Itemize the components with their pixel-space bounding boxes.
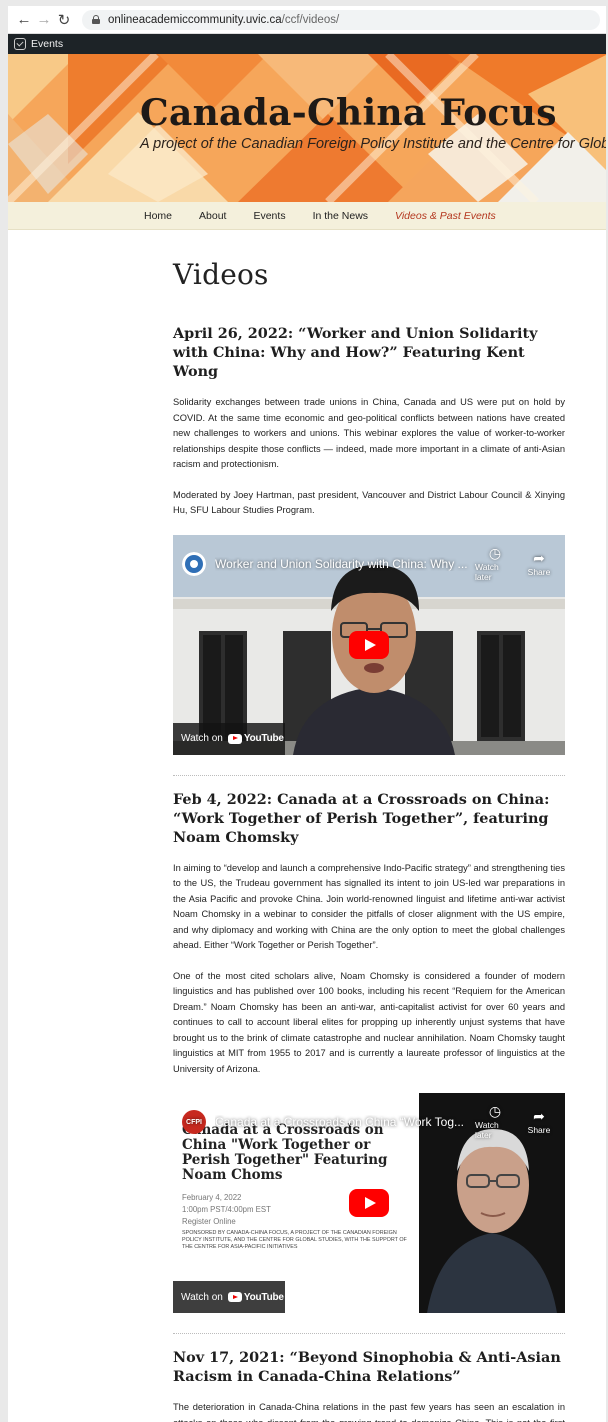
youtube-icon: YouTube (227, 733, 284, 744)
share-button[interactable]: ➦ Share (519, 1109, 559, 1135)
site-description: A project of the Canadian Foreign Policy… (140, 136, 606, 152)
nav-item-events[interactable]: Events (253, 210, 285, 222)
youtube-wordmark: YouTube (243, 1291, 284, 1303)
lock-icon (92, 15, 100, 24)
browser-toolbar: ← → ↻ onlineacademiccommunity.uvic.ca/cc… (8, 6, 606, 34)
watch-on-youtube-button[interactable]: Watch on YouTube (173, 1281, 285, 1313)
channel-avatar[interactable]: CFPI (182, 1110, 206, 1134)
nav-item-home[interactable]: Home (144, 210, 172, 222)
entry-title[interactable]: April 26, 2022: “Worker and Union Solida… (173, 324, 565, 381)
watch-later-button[interactable]: ◷ Watch later (475, 1104, 515, 1140)
page-title: Videos (173, 258, 269, 291)
entry-title[interactable]: Nov 17, 2021: “Beyond Sinophobia & Anti-… (173, 1348, 565, 1386)
share-button[interactable]: ➦ Share (519, 551, 559, 577)
main-content: Videos April 26, 2022: “Worker and Union… (173, 226, 565, 1422)
watch-on-label: Watch on (181, 1291, 223, 1303)
share-label: Share (527, 566, 551, 577)
entry-paragraph: One of the most cited scholars alive, No… (173, 970, 565, 1074)
clock-icon: ◷ (488, 544, 502, 561)
address-bar[interactable]: onlineacademiccommunity.uvic.ca/ccf/vide… (82, 9, 600, 30)
entry-paragraph: Moderated by Joey Hartman, past presiden… (173, 489, 565, 516)
video-title[interactable]: Canada at a Crossroads on China “Work To… (215, 1115, 471, 1129)
nav-item-about[interactable]: About (199, 210, 226, 222)
youtube-icon: YouTube (227, 1291, 284, 1303)
entry-title[interactable]: Feb 4, 2022: Canada at a Crossroads on C… (173, 790, 565, 847)
nav-item-in-the-news[interactable]: In the News (313, 210, 368, 222)
entry-paragraph: The deterioration in Canada-China relati… (173, 1402, 565, 1422)
admin-bar: Events (8, 34, 606, 54)
clock-icon: ◷ (488, 1103, 502, 1119)
back-arrow-icon[interactable]: ← (14, 10, 34, 30)
share-icon: ➦ (533, 1108, 545, 1124)
youtube-embed[interactable]: Worker and Union Solidarity with China: … (173, 534, 565, 755)
nav-item-videos-past-events[interactable]: Videos & Past Events (395, 210, 496, 222)
channel-avatar[interactable] (182, 551, 206, 576)
video-title[interactable]: Worker and Union Solidarity with China: … (215, 557, 471, 571)
url-path: /ccf/videos/ (281, 13, 340, 26)
share-icon: ➦ (533, 549, 545, 566)
watch-later-label: Watch later (475, 1120, 499, 1140)
video-title-bar: Worker and Union Solidarity with China: … (182, 546, 559, 582)
entry-paragraph: Solidarity exchanges between trade union… (173, 397, 565, 469)
watch-on-label: Watch on (181, 733, 223, 744)
entry-divider (173, 774, 565, 776)
youtube-wordmark: YouTube (243, 733, 284, 744)
wordpress-icon[interactable] (14, 38, 26, 50)
entry-divider (173, 1333, 565, 1334)
url-domain: onlineacademiccommunity.uvic.ca (108, 13, 282, 26)
youtube-embed[interactable]: Canada at a Crossroads on China "Work To… (173, 1093, 565, 1313)
site-header-banner: Canada-China Focus A project of the Cana… (8, 54, 606, 202)
play-icon[interactable] (349, 630, 389, 659)
entry-paragraph: In aiming to “develop and launch a compr… (173, 862, 565, 951)
watch-on-youtube-button[interactable]: Watch on YouTube (173, 722, 285, 755)
watch-later-label: Watch later (475, 561, 499, 582)
forward-arrow-icon[interactable]: → (34, 10, 54, 30)
play-icon[interactable] (349, 1189, 389, 1217)
site-title[interactable]: Canada-China Focus (140, 92, 557, 134)
poster-register: Register Online (182, 1217, 236, 1226)
admin-bar-events-link[interactable]: Events (31, 38, 63, 50)
reload-icon[interactable]: ↻ (54, 10, 74, 30)
video-title-bar: CFPI Canada at a Crossroads on China “Wo… (182, 1104, 559, 1140)
watch-later-button[interactable]: ◷ Watch later (475, 546, 515, 582)
poster-sponsor: SPONSORED BY CANADA-CHINA FOCUS, A PROJE… (182, 1230, 407, 1250)
share-label: Share (527, 1125, 551, 1135)
